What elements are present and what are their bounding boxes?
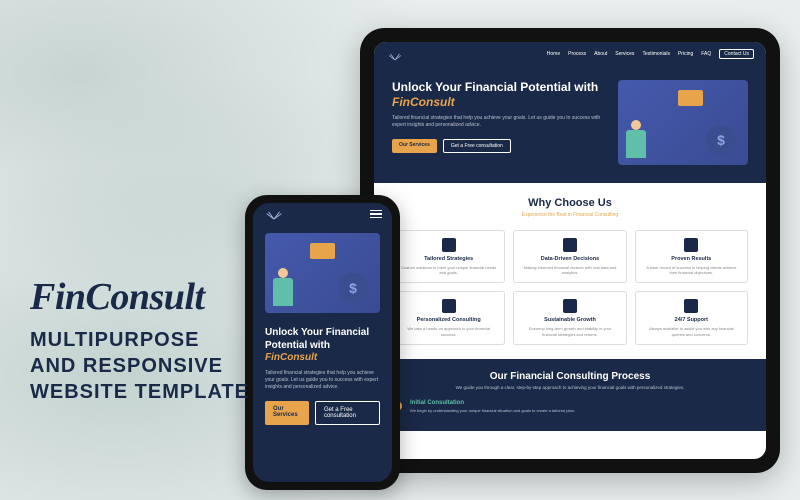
- tagline: MULTIPURPOSE AND RESPONSIVE WEBSITE TEMP…: [30, 327, 249, 405]
- card-desc: A track record of success in helping cli…: [643, 265, 740, 275]
- services-button[interactable]: Our Services: [392, 139, 437, 153]
- feature-cards: Tailored Strategies Custom solutions to m…: [392, 230, 748, 345]
- phone-mockup: $ Unlock Your Financial Potential with F…: [245, 195, 400, 490]
- support-icon: [684, 299, 698, 313]
- hero-title-prefix: Unlock Your Financial Potential with: [265, 327, 369, 351]
- step-title: Initial Consultation: [410, 400, 575, 406]
- hero-section: Unlock Your Financial Potential with Fin…: [374, 66, 766, 183]
- card-icon: [678, 90, 703, 106]
- person-icon: [626, 120, 648, 160]
- card-desc: Making informed financial choices with r…: [521, 265, 618, 275]
- feature-card: Data-Driven Decisions Making informed fin…: [513, 230, 626, 283]
- feature-card: Sustainable Growth Ensuring long-term gro…: [513, 291, 626, 344]
- hero-illustration: $: [618, 80, 748, 165]
- logo-icon[interactable]: [263, 208, 285, 220]
- hero-title-prefix: Unlock Your Financial Potential with: [392, 80, 598, 94]
- card-desc: Custom solutions to meet your unique fin…: [400, 265, 497, 275]
- why-title: Why Choose Us: [392, 197, 748, 209]
- services-button[interactable]: Our Services: [265, 401, 309, 425]
- hero-buttons: Our Services Get a Free consultation: [392, 139, 608, 153]
- coin-icon: $: [338, 273, 368, 303]
- feature-card: 24/7 Support Always available to assist y…: [635, 291, 748, 344]
- results-icon: [684, 238, 698, 252]
- process-subtitle: We guide you through a clear, step-by-st…: [392, 385, 748, 390]
- logo-icon[interactable]: [386, 49, 404, 59]
- brand-name: FinConsult: [30, 275, 249, 319]
- card-desc: Ensuring long-term growth and stability …: [521, 326, 618, 336]
- hero-title: Unlock Your Financial Potential with Fin…: [253, 321, 392, 365]
- card-title: Data-Driven Decisions: [521, 256, 618, 262]
- consultation-button[interactable]: Get a Free consultation: [443, 139, 511, 153]
- tagline-line: WEBSITE TEMPLATE: [30, 379, 249, 405]
- tablet-mockup: Home Process About Services Testimonials…: [360, 28, 780, 473]
- nav-menu: Home Process About Services Testimonials…: [547, 49, 754, 59]
- nav-item-services[interactable]: Services: [615, 51, 634, 57]
- nav-item-process[interactable]: Process: [568, 51, 586, 57]
- phone-screen: $ Unlock Your Financial Potential with F…: [253, 203, 392, 482]
- process-step: Initial Consultation We begin by underst…: [392, 400, 748, 413]
- why-subtitle: Experience the Best in Financial Consult…: [392, 212, 748, 218]
- nav-item-testimonials[interactable]: Testimonials: [642, 51, 670, 57]
- hero-buttons: Our Services Get a Free consultation: [253, 391, 392, 435]
- why-section: Why Choose Us Experience the Best in Fin…: [374, 183, 766, 359]
- consulting-icon: [442, 299, 456, 313]
- hero-title-accent: FinConsult: [392, 95, 455, 109]
- step-desc: We begin by understanding your unique fi…: [410, 408, 575, 413]
- card-title: Sustainable Growth: [521, 317, 618, 323]
- card-desc: Always available to assist you with any …: [643, 326, 740, 336]
- hero-subtitle: Tailored financial strategies that help …: [253, 365, 392, 391]
- tagline-line: MULTIPURPOSE: [30, 327, 249, 353]
- hero-subtitle: Tailored financial strategies that help …: [392, 115, 608, 129]
- consultation-button[interactable]: Get a Free consultation: [315, 401, 380, 425]
- data-icon: [563, 238, 577, 252]
- tagline-line: AND RESPONSIVE: [30, 353, 249, 379]
- tablet-screen: Home Process About Services Testimonials…: [374, 42, 766, 459]
- nav-item-about[interactable]: About: [594, 51, 607, 57]
- nav-item-pricing[interactable]: Pricing: [678, 51, 693, 57]
- nav-item-faq[interactable]: FAQ: [701, 51, 711, 57]
- feature-card: Personalized Consulting We take a hands-o…: [392, 291, 505, 344]
- feature-card: Tailored Strategies Custom solutions to m…: [392, 230, 505, 283]
- card-title: Proven Results: [643, 256, 740, 262]
- phone-navbar: [253, 203, 392, 225]
- strategy-icon: [442, 238, 456, 252]
- hero-text: Unlock Your Financial Potential with Fin…: [392, 80, 608, 165]
- card-title: 24/7 Support: [643, 317, 740, 323]
- person-icon: [273, 268, 295, 308]
- card-icon: [310, 243, 335, 259]
- process-title: Our Financial Consulting Process: [392, 371, 748, 382]
- hero-title-accent: FinConsult: [265, 352, 317, 363]
- contact-button[interactable]: Contact Us: [719, 49, 754, 59]
- hero-illustration: $: [265, 233, 380, 313]
- card-title: Personalized Consulting: [400, 317, 497, 323]
- hamburger-icon[interactable]: [370, 210, 382, 219]
- feature-card: Proven Results A track record of success …: [635, 230, 748, 283]
- card-title: Tailored Strategies: [400, 256, 497, 262]
- promo-block: FinConsult MULTIPURPOSE AND RESPONSIVE W…: [30, 275, 249, 405]
- coin-icon: $: [706, 125, 736, 155]
- nav-item-home[interactable]: Home: [547, 51, 560, 57]
- hero-title: Unlock Your Financial Potential with Fin…: [392, 80, 608, 110]
- process-section: Our Financial Consulting Process We guid…: [374, 359, 766, 431]
- card-desc: We take a hands-on approach to your fina…: [400, 326, 497, 336]
- navbar: Home Process About Services Testimonials…: [374, 42, 766, 66]
- growth-icon: [563, 299, 577, 313]
